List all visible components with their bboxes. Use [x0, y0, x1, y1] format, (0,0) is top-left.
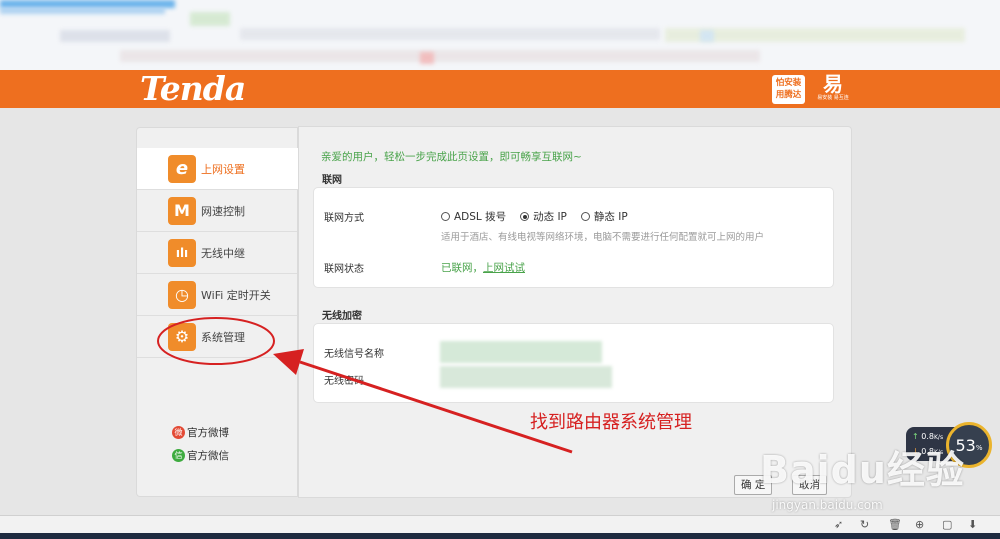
watermark-url: jingyan.baidu.com — [772, 498, 883, 512]
annotation-arrow-shaft — [299, 360, 573, 454]
refresh-icon[interactable]: ↻ — [860, 518, 869, 531]
upload-unit: K/s — [933, 434, 944, 441]
zoom-icon[interactable]: ⊕ — [915, 518, 924, 531]
upload-speed: 0.8 — [921, 432, 934, 441]
download-manager-icon[interactable]: ⬇ — [968, 518, 977, 531]
baidu-jingyan-watermark: Baidu经验 jingyan.baidu.com — [760, 448, 965, 512]
watermark-main: Baidu经验 — [760, 448, 965, 492]
upload-arrow-icon: ↑ — [912, 432, 919, 441]
trash-icon[interactable]: 🗑 — [888, 518, 902, 531]
annotation-arrow-head — [273, 349, 304, 375]
os-taskbar — [0, 533, 1000, 539]
highlight-ellipse — [157, 317, 275, 365]
memory-usage-unit: % — [975, 444, 983, 452]
browser-status-bar: ➶ ↻ 🗑 ⊕ ▢ ⬇ — [0, 515, 1000, 533]
rocket-icon[interactable]: ➶ — [834, 518, 843, 531]
annotation-text: 找到路由器系统管理 — [530, 412, 692, 433]
window-icon[interactable]: ▢ — [942, 518, 952, 531]
